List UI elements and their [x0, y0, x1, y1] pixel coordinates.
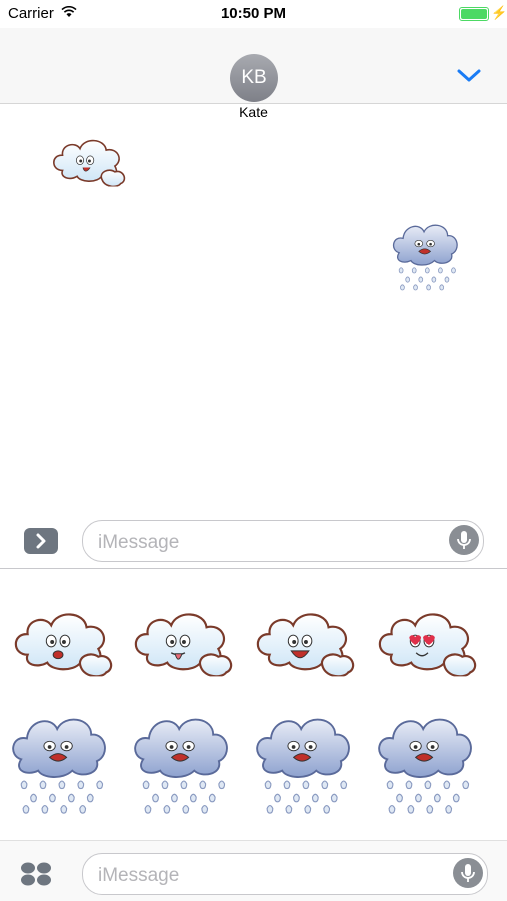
rain-cloud-shouting-sticker[interactable] [130, 709, 234, 819]
message-placeholder-bottom: iMessage [98, 865, 180, 886]
cloud-heart-eyes-sticker[interactable] [372, 607, 480, 677]
message-input-bottom[interactable]: iMessage [82, 853, 488, 895]
microphone-button-bottom[interactable] [453, 858, 483, 888]
cloud-tongue-out-sticker[interactable] [128, 607, 236, 677]
microphone-icon [457, 531, 471, 549]
sticker-drawer [0, 569, 507, 839]
microphone-icon [461, 864, 475, 882]
message-thread [0, 104, 507, 512]
conversation-header: KB Kate [0, 28, 507, 120]
bottom-compose-bar: iMessage [0, 840, 507, 901]
cloud-worried-sticker[interactable] [8, 607, 116, 677]
rain-cloud-sad-sticker[interactable] [8, 709, 112, 819]
microphone-button[interactable] [449, 525, 479, 555]
status-time: 10:50 PM [220, 5, 287, 22]
expand-apps-button[interactable] [24, 528, 58, 554]
message-placeholder: iMessage [98, 532, 180, 553]
cloud-laughing-sticker[interactable] [250, 607, 358, 677]
status-bar: Carrier 10:50 PM ⚡ [0, 0, 507, 28]
battery-icon [459, 7, 489, 21]
rain-cloud-crying-sticker[interactable] [374, 709, 478, 819]
charging-icon: ⚡ [491, 5, 507, 20]
contact-avatar[interactable]: KB [230, 54, 278, 102]
chevron-right-icon [36, 533, 46, 549]
rain-cloud-angry-sticker[interactable] [252, 709, 356, 819]
rain-cloud-crying-sticker[interactable] [390, 220, 462, 292]
app-drawer-icon[interactable] [20, 861, 52, 887]
chevron-down-icon[interactable] [456, 68, 482, 84]
cloud-puffing-sticker[interactable] [48, 126, 128, 196]
message-input[interactable]: iMessage [82, 520, 484, 562]
